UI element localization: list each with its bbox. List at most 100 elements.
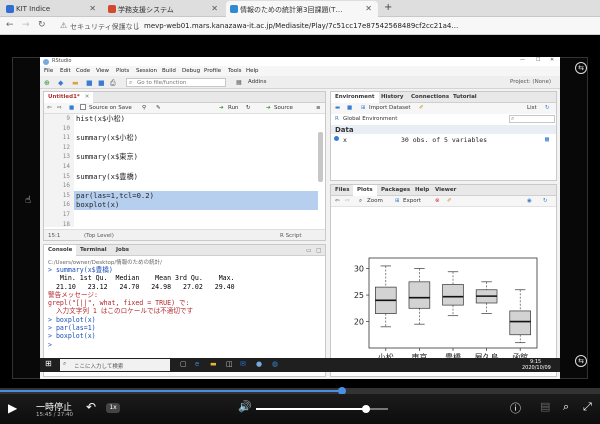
save-icon[interactable]: ■ [86, 79, 93, 87]
source-on-save-checkbox[interactable] [80, 104, 86, 110]
code-line[interactable]: boxplot(x) [76, 200, 119, 210]
open-icon[interactable]: ▬ [335, 105, 340, 111]
project-menu[interactable]: Project: (None) [510, 79, 551, 85]
captions-icon[interactable]: ▤ [540, 400, 550, 413]
broom-icon[interactable]: ✐ [419, 105, 424, 111]
store-icon[interactable]: ◫ [226, 360, 233, 368]
tab-plots[interactable]: Plots [353, 185, 377, 196]
tab-viewer[interactable]: Viewer [431, 185, 460, 196]
tab-tutorial[interactable]: Tutorial [449, 92, 481, 103]
code-area[interactable]: 9 hist(x$小松) 10 11 summary(x$小松) 12 13 summary(… [44, 114, 325, 228]
edge-icon[interactable]: e [195, 360, 199, 368]
back-icon[interactable]: ⇦ [47, 105, 52, 111]
volume-handle[interactable] [361, 405, 370, 413]
save-icon[interactable]: ■ [347, 105, 352, 111]
open-file-icon[interactable]: ▬ [72, 79, 79, 87]
taskbar-clock-date[interactable]: 2020/10/09 [522, 365, 551, 371]
list-view-button[interactable]: List [527, 105, 537, 111]
browser-tab[interactable]: 学務支援システム ✕ [104, 1, 224, 17]
maximize-icon[interactable]: ☐ [536, 57, 540, 63]
url-text[interactable]: mevp-web01.mars.kanazawa-it.ac.jp/Medias… [144, 22, 460, 30]
close-icon[interactable]: ✕ [211, 4, 218, 13]
volume-slider[interactable] [256, 405, 388, 413]
tab-untitled1[interactable]: Untitled1* ✕ [44, 92, 94, 103]
code-line[interactable]: par(las=1,tcl=0.2) [76, 191, 154, 201]
env-variable-row[interactable]: x 30 obs. of 5 variables ▦ [331, 135, 556, 145]
file-type-selector[interactable]: R Script [280, 233, 302, 239]
save-all-icon[interactable]: ■ [98, 79, 105, 87]
rstudio-taskbar-icon[interactable]: ● [256, 360, 262, 368]
windows-start-icon[interactable]: ⊞ [45, 359, 52, 368]
magic-wand-icon[interactable]: ⚲ [142, 105, 146, 111]
menu-item[interactable]: Debug [182, 68, 200, 74]
tab-packages[interactable]: Packages [377, 185, 414, 196]
browser-tab[interactable]: KIT Indice ✕ [2, 1, 102, 17]
rewind-icon[interactable]: ↶ [86, 400, 96, 414]
menu-item[interactable]: Build [162, 68, 176, 74]
menu-item[interactable]: Help [246, 68, 259, 74]
play-icon[interactable]: ▶ [8, 401, 17, 415]
maximize-icon[interactable]: ▢ [316, 247, 322, 254]
code-line[interactable]: summary(x$東京) [76, 152, 138, 162]
browser-taskbar-icon[interactable]: ◍ [272, 360, 278, 368]
print-icon[interactable]: ⎙ [110, 79, 116, 88]
close-icon[interactable]: ✕ [550, 57, 554, 63]
publish-icon[interactable]: ◉ [527, 198, 532, 204]
mail-icon[interactable]: ✉ [240, 360, 246, 368]
security-label[interactable]: セキュリティ保護なし [70, 22, 140, 32]
run-button[interactable]: Run [228, 105, 239, 111]
forward-icon[interactable]: ⇨ [345, 198, 350, 204]
rerun-icon[interactable]: ↻ [246, 105, 251, 111]
minimize-icon[interactable]: — [520, 57, 525, 63]
tab-terminal[interactable]: Terminal [76, 245, 111, 256]
save-icon[interactable]: ■ [69, 105, 74, 111]
export-button[interactable]: Export [403, 198, 421, 204]
menu-item[interactable]: File [44, 68, 53, 74]
refresh-icon[interactable]: ↻ [543, 198, 548, 204]
menu-item[interactable]: View [96, 68, 109, 74]
console-output[interactable]: > summary(x$豊橋) Min. 1st Qu. Median Mean… [48, 266, 324, 349]
code-line[interactable]: hist(x$小松) [76, 114, 125, 124]
layout-icon[interactable]: ⇆ [575, 355, 587, 367]
tab-connections[interactable]: Connections [407, 92, 453, 103]
menu-item[interactable]: Plots [116, 68, 129, 74]
back-icon[interactable]: ⇦ [335, 198, 340, 204]
code-line[interactable]: summary(x$小松) [76, 133, 138, 143]
file-explorer-icon[interactable]: ▬ [210, 360, 217, 368]
zoom-button[interactable]: Zoom [367, 198, 383, 204]
browser-tab-active[interactable]: 情報のための統計第3回課題(T… ✕ [226, 1, 378, 17]
fullscreen-icon[interactable]: ⤢ [583, 400, 592, 414]
open-project-icon[interactable]: ◆ [58, 79, 63, 87]
global-env-selector[interactable]: Global Environment [343, 116, 397, 122]
speed-button[interactable]: 1x [106, 403, 120, 413]
editor-scrollbar[interactable] [318, 132, 323, 182]
tab-console[interactable]: Console [44, 245, 77, 256]
source-button[interactable]: Source [274, 105, 293, 111]
volume-icon[interactable]: 🔊 [238, 400, 252, 413]
new-tab-icon[interactable]: + [384, 2, 392, 13]
task-view-icon[interactable]: ▢ [180, 360, 187, 368]
tab-jobs[interactable]: Jobs [112, 245, 133, 256]
tab-history[interactable]: History [377, 92, 407, 103]
working-directory[interactable]: C:/Users/owner/Desktop/情報のための統計/ [48, 258, 162, 266]
close-icon[interactable]: ✕ [85, 94, 90, 100]
layout-icon[interactable]: ⇆ [575, 62, 587, 74]
scope-selector[interactable]: (Top Level) [84, 233, 114, 239]
back-icon[interactable]: ← [6, 20, 14, 30]
remove-plot-icon[interactable]: ⊗ [435, 198, 440, 204]
refresh-icon[interactable]: ↻ [545, 105, 550, 111]
tab-environment[interactable]: Environment [331, 92, 379, 103]
menu-item[interactable]: Profile [204, 68, 221, 74]
close-icon[interactable]: ✕ [89, 4, 96, 13]
code-tools-icon[interactable]: ✎ [156, 105, 161, 111]
menu-item[interactable]: Edit [60, 68, 71, 74]
taskbar-search-box[interactable]: ⌕ ここに入力して検索 [60, 359, 170, 371]
tab-files[interactable]: Files [331, 185, 354, 196]
addins-menu[interactable]: Addins [248, 79, 267, 85]
clear-plots-icon[interactable]: ✐ [447, 198, 452, 204]
new-file-icon[interactable]: ⊕ [44, 79, 50, 87]
menu-item[interactable]: Session [136, 68, 157, 74]
grid-icon[interactable]: ▦ [236, 79, 242, 86]
code-line[interactable]: summary(x$豊橋) [76, 172, 138, 182]
close-icon[interactable]: ✕ [365, 4, 372, 13]
